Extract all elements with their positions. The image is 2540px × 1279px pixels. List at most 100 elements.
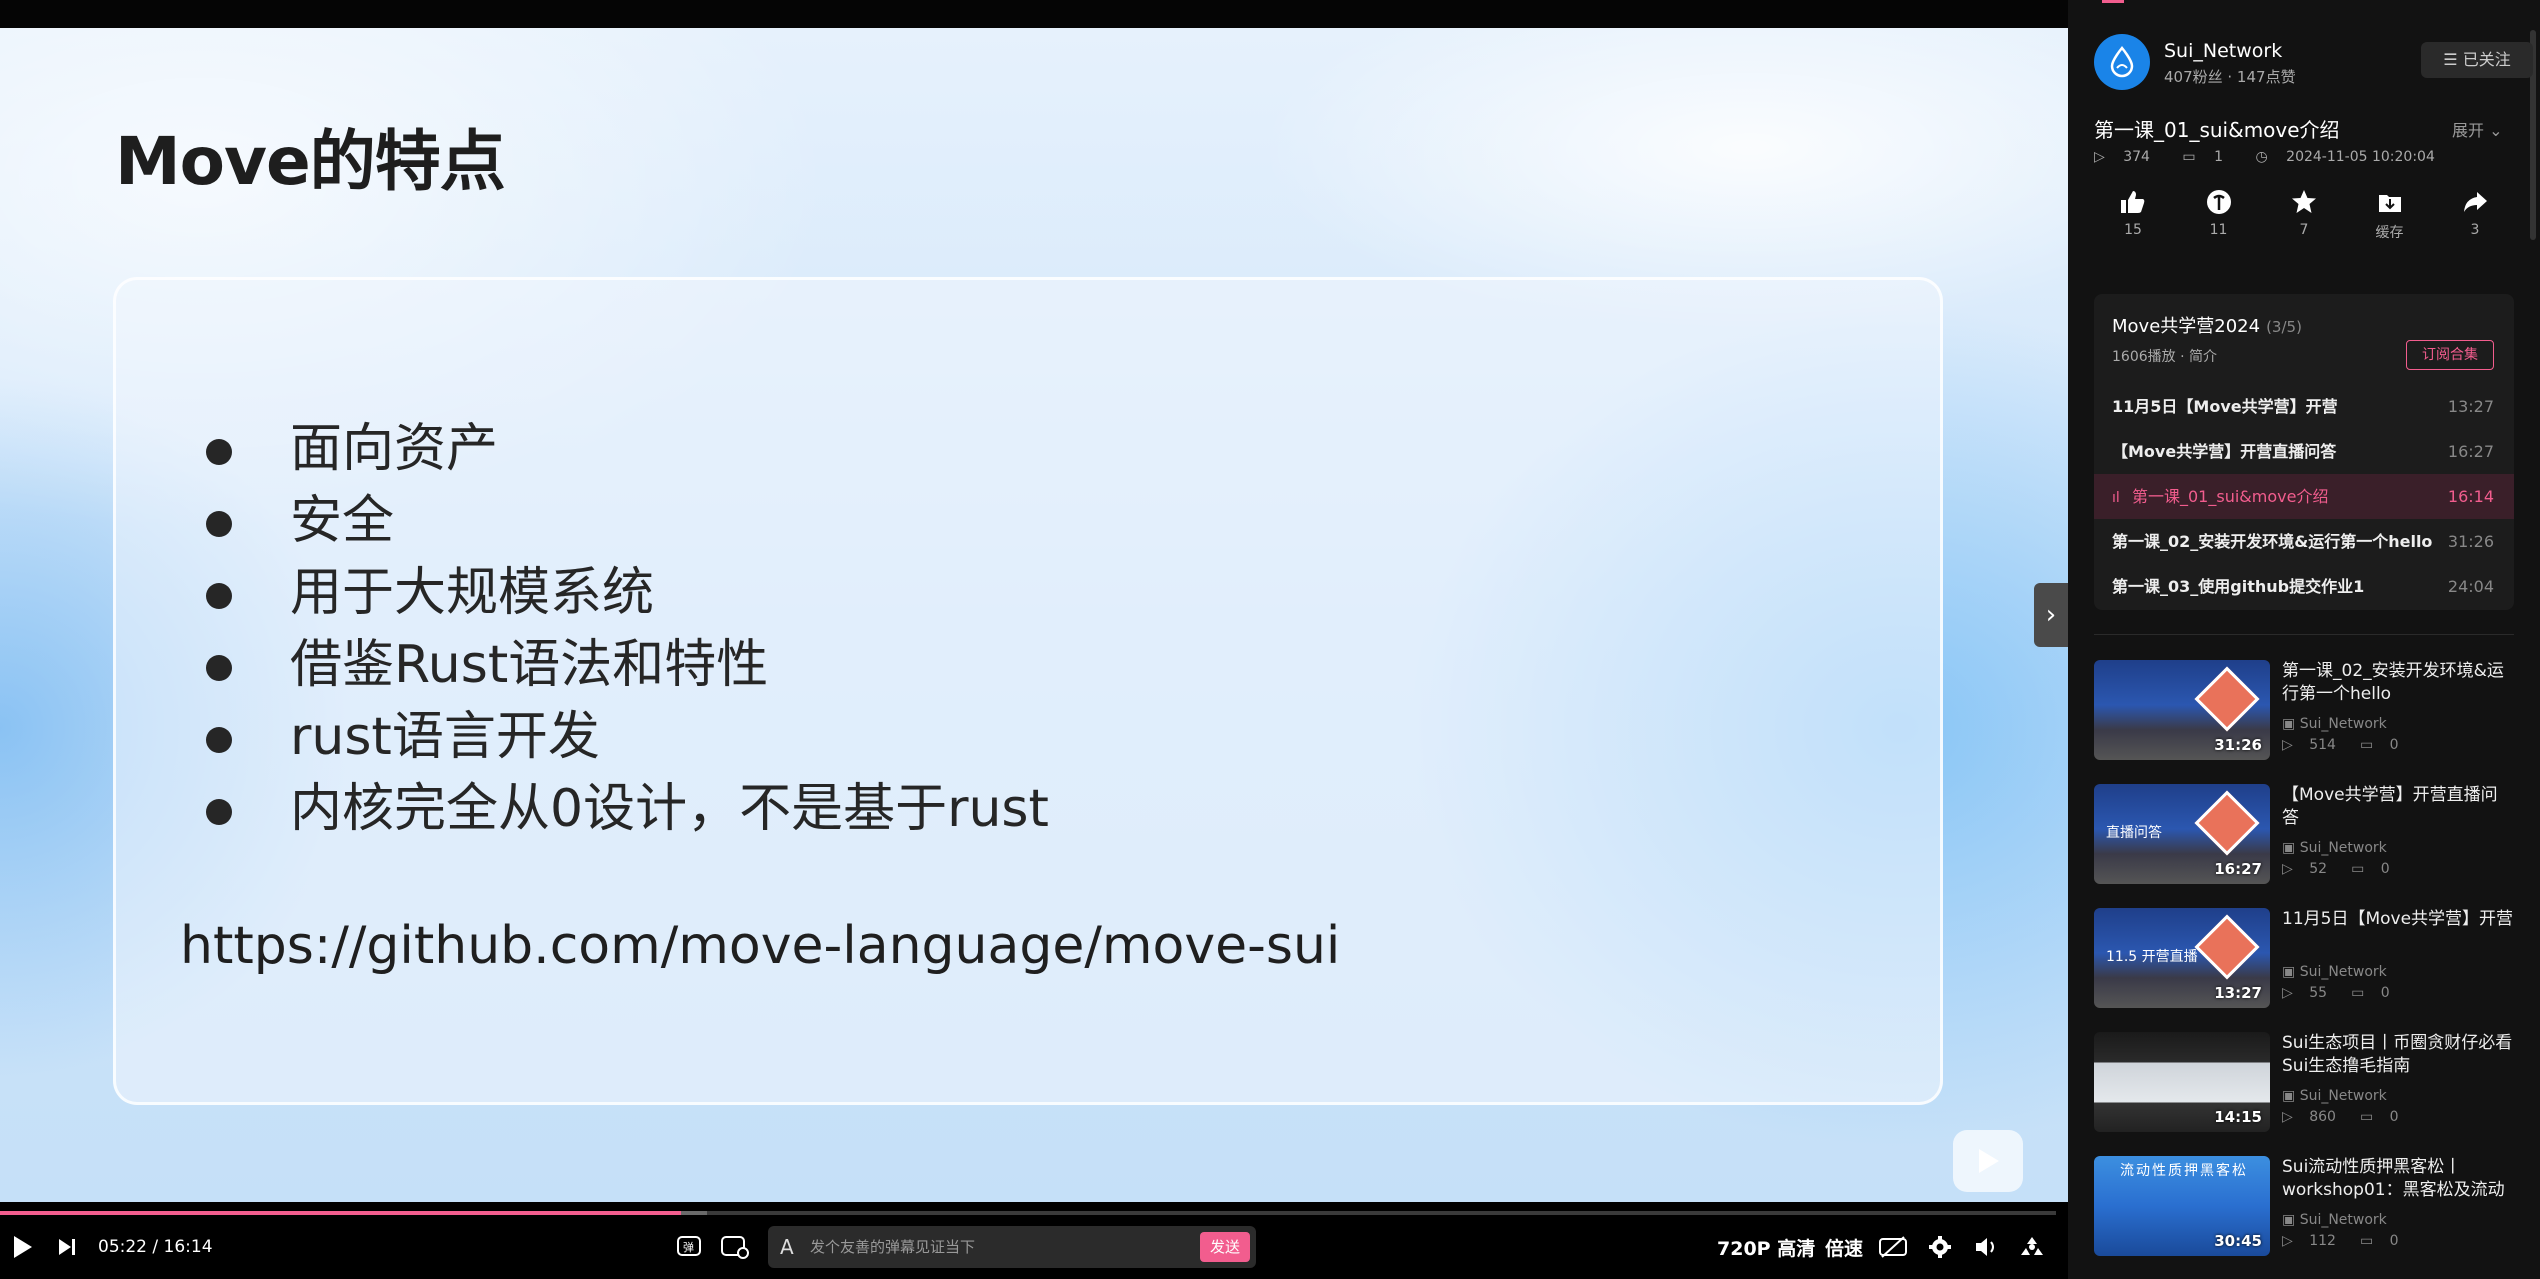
- recommended-video[interactable]: 直播问答 16:27 【Move共学营】开营直播问答 ▣ Sui_Network …: [2094, 784, 2514, 908]
- subtitle-off-button[interactable]: [1878, 1220, 1908, 1274]
- bullet-dot: [206, 583, 232, 609]
- views-stat: ▷ 374: [2094, 149, 2164, 165]
- share-button[interactable]: 3: [2450, 188, 2500, 252]
- widescreen-button[interactable]: [2018, 1220, 2046, 1274]
- send-button[interactable]: 发送: [1200, 1232, 1250, 1262]
- slide-bullet: 内核完全从0设计，不是基于rust: [200, 773, 1049, 845]
- time-display: 05:22 / 16:14: [98, 1220, 213, 1274]
- menu-icon: ☰: [2443, 50, 2463, 69]
- video-frame[interactable]: Move的特点 面向资产 安全 用于大规模系统 借鉴Rust语法和特性 rust…: [0, 28, 2068, 1202]
- slide-bullet: rust语言开发: [200, 701, 1049, 773]
- video-thumbnail[interactable]: 直播问答 16:27: [2094, 784, 2270, 884]
- expand-button[interactable]: 展开 ⌄: [2452, 117, 2503, 141]
- recommended-uploader[interactable]: ▣ Sui_Network: [2282, 1088, 2387, 1104]
- slide-bullet: 用于大规模系统: [200, 557, 1049, 629]
- cache-label: 缓存: [2375, 225, 2404, 241]
- views-count: 52: [2309, 861, 2328, 877]
- danmaku-count: 0: [2389, 1109, 2399, 1125]
- coin-button[interactable]: 11: [2194, 188, 2244, 252]
- next-icon: [59, 1239, 75, 1255]
- play-count-icon: ▷: [2282, 861, 2293, 877]
- episode-item[interactable]: 第一课_03_使用github提交作业1 24:04: [2094, 564, 2514, 609]
- recommended-stats: ▷ 514 ▭ 0: [2282, 737, 2423, 753]
- collapse-sidebar-button[interactable]: ›: [2034, 583, 2068, 647]
- recommended-uploader[interactable]: ▣ Sui_Network: [2282, 1212, 2387, 1228]
- episode-duration: 24:04: [2447, 577, 2494, 596]
- danmaku-icon: 弹: [677, 1236, 701, 1256]
- collection-name: Move共学营2024: [2112, 316, 2261, 337]
- thumbnail-duration: 16:27: [2214, 860, 2262, 878]
- recommended-video[interactable]: 流动性质押黑客松 30:45 Sui流动性质押黑客松丨workshop01：黑客松…: [2094, 1156, 2514, 1279]
- thumbnail-logo: [2194, 666, 2260, 732]
- danmaku-count-icon: ▭: [2351, 861, 2365, 877]
- danmaku-toggle-button[interactable]: 弹: [676, 1220, 704, 1274]
- next-button[interactable]: [56, 1220, 78, 1274]
- danmaku-input[interactable]: 发个友善的弹幕见证当下: [810, 1226, 975, 1268]
- video-thumbnail[interactable]: 11.5 开营直播 13:27: [2094, 908, 2270, 1008]
- speed-selector[interactable]: 倍速: [1825, 1220, 1863, 1274]
- episode-item-active[interactable]: ıl 第一课_01_sui&move介绍 16:14: [2094, 474, 2514, 519]
- views-count: 374: [2123, 149, 2150, 165]
- svg-text:弹: 弹: [683, 1240, 694, 1254]
- avatar[interactable]: [2094, 34, 2150, 90]
- recommended-uploader[interactable]: ▣ Sui_Network: [2282, 840, 2387, 856]
- danmaku-count-icon: ▭: [2359, 1233, 2374, 1249]
- danmaku-settings-icon: [721, 1236, 749, 1259]
- favorite-button[interactable]: 7: [2279, 188, 2329, 252]
- progress-bar[interactable]: [0, 1211, 2056, 1215]
- danmaku-settings-button[interactable]: [720, 1220, 750, 1274]
- episode-duration: 13:27: [2447, 397, 2494, 416]
- recommended-title[interactable]: Sui流动性质押黑客松丨workshop01：黑客松及流动性...: [2282, 1156, 2514, 1202]
- play-button[interactable]: [12, 1220, 34, 1274]
- collection-title[interactable]: Move共学营2024 (3/5): [2112, 312, 2302, 338]
- quality-selector[interactable]: 720P 高清: [1717, 1220, 1815, 1274]
- text-style-icon[interactable]: A: [780, 1235, 794, 1259]
- video-thumbnail[interactable]: 流动性质押黑客松 30:45: [2094, 1156, 2270, 1256]
- video-thumbnail[interactable]: 14:15: [2094, 1032, 2270, 1132]
- uploader-name[interactable]: Sui_Network: [2164, 40, 2282, 62]
- video-thumbnail[interactable]: 31:26: [2094, 660, 2270, 760]
- bullet-text: 面向资产: [290, 419, 499, 479]
- settings-button[interactable]: [1928, 1220, 1952, 1274]
- volume-button[interactable]: [1974, 1220, 2000, 1274]
- episode-item[interactable]: 11月5日【Move共学营】开营 13:27: [2094, 384, 2514, 429]
- subscribe-collection-button[interactable]: 订阅合集: [2406, 340, 2494, 370]
- recommended-stats: ▷ 55 ▭ 0: [2282, 985, 2414, 1001]
- recommended-title[interactable]: 11月5日【Move共学营】开营: [2282, 908, 2514, 931]
- publish-date: 2024-11-05 10:20:04: [2286, 149, 2435, 165]
- recommended-uploader[interactable]: ▣ Sui_Network: [2282, 964, 2387, 980]
- recommended-title[interactable]: 第一课_02_安装开发环境&运行第一个hello: [2282, 660, 2514, 706]
- recommended-uploader[interactable]: ▣ Sui_Network: [2282, 716, 2387, 732]
- video-player[interactable]: Move的特点 面向资产 安全 用于大规模系统 借鉴Rust语法和特性 rust…: [0, 0, 2068, 1279]
- uploader-icon: ▣: [2282, 840, 2300, 856]
- cache-button[interactable]: 缓存: [2365, 188, 2415, 252]
- bullet-text: 借鉴Rust语法和特性: [290, 635, 769, 695]
- recommended-title[interactable]: Sui生态项目丨币圈贪财仔必看Sui生态撸毛指南: [2282, 1032, 2514, 1078]
- episode-title: 第一课_02_安装开发环境&运行第一个hello: [2112, 532, 2433, 551]
- uploader-label: Sui_Network: [2299, 716, 2387, 732]
- play-count-icon: ▷: [2282, 985, 2293, 1001]
- like-button[interactable]: 15: [2108, 188, 2158, 252]
- bullet-dot: [206, 511, 232, 537]
- episode-item[interactable]: 第一课_02_安装开发环境&运行第一个hello 31:26: [2094, 519, 2514, 564]
- recommended-video[interactable]: 31:26 第一课_02_安装开发环境&运行第一个hello ▣ Sui_Net…: [2094, 660, 2514, 784]
- uploader-label: Sui_Network: [2299, 964, 2387, 980]
- collection-subtitle[interactable]: 1606播放 · 简介: [2112, 346, 2217, 366]
- star-icon: [2292, 190, 2316, 213]
- recommended-video[interactable]: 14:15 Sui生态项目丨币圈贪财仔必看Sui生态撸毛指南 ▣ Sui_Net…: [2094, 1032, 2514, 1156]
- sui-logo-icon: [2110, 46, 2134, 78]
- follow-button[interactable]: ☰ 已关注: [2421, 42, 2533, 78]
- chevron-down-icon: ⌄: [2489, 121, 2503, 140]
- comments-stat: ▭ 1: [2182, 149, 2237, 165]
- recommended-title[interactable]: 【Move共学营】开营直播问答: [2282, 784, 2514, 830]
- episode-list: 11月5日【Move共学营】开营 13:27 【Move共学营】开营直播问答 16:…: [2094, 384, 2514, 609]
- episode-duration: 16:14: [2447, 487, 2494, 506]
- danmaku-input-box[interactable]: A 发个友善的弹幕见证当下 发送: [768, 1226, 1256, 1268]
- recommended-video[interactable]: 11.5 开营直播 13:27 11月5日【Move共学营】开营 ▣ Sui_Ne…: [2094, 908, 2514, 1032]
- play-count-icon: ▷: [2282, 1109, 2293, 1125]
- episode-item[interactable]: 【Move共学营】开营直播问答 16:27: [2094, 429, 2514, 474]
- uploader-stats: 407粉丝 · 147点赞: [2164, 68, 2296, 86]
- control-bar: 05:22 / 16:14 弹 A 发个友善的弹幕见证当下 发送 720P 高清…: [0, 1220, 2068, 1279]
- chevron-right-icon: ›: [2045, 600, 2057, 630]
- bullet-text: 内核完全从0设计，不是基于rust: [290, 779, 1049, 839]
